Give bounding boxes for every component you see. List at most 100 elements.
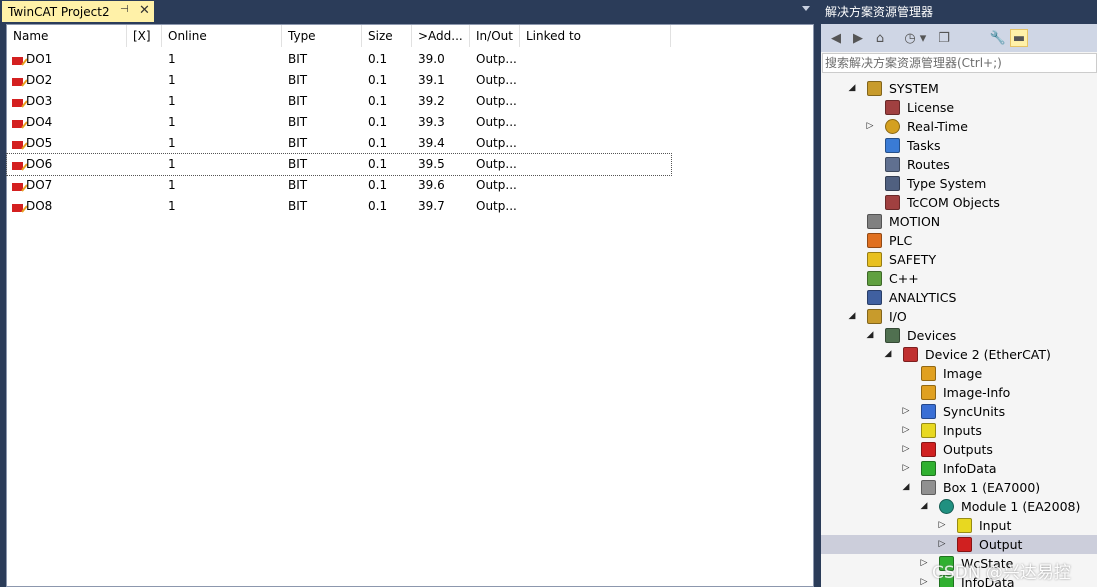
cell-linked [520,49,671,70]
collapse-arrow-icon[interactable]: ◢ [865,326,875,345]
expand-arrow-icon[interactable]: ▷ [901,421,911,440]
collapse-arrow-icon[interactable]: ◢ [847,79,857,98]
column-header-online[interactable]: Online [162,25,282,47]
collapse-arrow-icon[interactable]: ◢ [847,307,857,326]
expand-arrow-icon[interactable]: ▷ [865,117,875,136]
collapse-arrow-icon[interactable]: ◢ [883,345,893,364]
tree-item-image[interactable]: Image [821,364,1097,383]
expand-arrow-icon[interactable]: ▷ [919,554,929,573]
safety-icon [867,252,882,267]
tree-item-input[interactable]: ▷ Input [821,516,1097,535]
tree-item-label: Tasks [907,138,941,153]
column-header-inout[interactable]: In/Out [470,25,520,47]
table-row[interactable]: DO1 1 BIT 0.1 39.0 Outp... [7,49,671,70]
tree-item-output[interactable]: ▷ Output [821,535,1097,554]
pin-icon[interactable]: ⊣ [120,4,129,15]
cell-size: 0.1 [368,178,388,192]
column-header-type[interactable]: Type [282,25,362,47]
tree-item-outputs[interactable]: ▷ Outputs [821,440,1097,459]
cell-size: 0.1 [368,157,388,171]
table-row[interactable]: DO8 1 BIT 0.1 39.7 Outp... [7,196,671,217]
expand-arrow-icon[interactable]: ▷ [919,573,929,587]
expand-arrow-icon[interactable]: ▷ [937,516,947,535]
cell-name: DO2 [26,73,53,87]
table-row[interactable]: DO3 1 BIT 0.1 39.2 Outp... [7,91,671,112]
cell-addr: 39.2 [418,94,445,108]
expand-arrow-icon[interactable]: ▷ [901,440,911,459]
cell-addr: 39.5 [418,157,445,171]
tree-item-i-o[interactable]: ◢ I/O [821,307,1097,326]
pin-icon[interactable]: ▬ [1010,29,1028,47]
tree-item-tccom-objects[interactable]: TcCOM Objects [821,193,1097,212]
tree-item-device-2-ethercat[interactable]: ◢ Device 2 (EtherCAT) [821,345,1097,364]
tree-item-type-system[interactable]: Type System [821,174,1097,193]
cell-linked [520,154,671,175]
collapse-arrow-icon[interactable]: ◢ [919,497,929,516]
cell-addr: 39.0 [418,52,445,66]
tree-item-analytics[interactable]: ANALYTICS [821,288,1097,307]
column-header-x[interactable]: [X] [127,25,162,47]
search-input[interactable]: 搜索解决方案资源管理器(Ctrl+;) [822,53,1097,73]
cell-size: 0.1 [368,52,388,66]
tree-item-label: SAFETY [889,252,937,267]
tree-item-devices[interactable]: ◢ Devices [821,326,1097,345]
tree-item-routes[interactable]: Routes [821,155,1097,174]
variables-grid: Name [X] Online Type Size >Add... In/Out Linked… [6,24,814,587]
syncunits-icon [921,404,936,419]
wrench-icon[interactable]: 🔧 [989,29,1007,47]
cell-type: BIT [288,136,308,150]
expand-arrow-icon[interactable]: ▷ [937,535,947,554]
dropdown-icon[interactable]: ▾ [918,29,928,47]
expand-arrow-icon[interactable]: ▷ [901,459,911,478]
table-row[interactable]: DO5 1 BIT 0.1 39.4 Outp... [7,133,671,154]
output-icon [957,537,972,552]
cell-addr: 39.7 [418,199,445,213]
tree-item-inputs[interactable]: ▷ Inputs [821,421,1097,440]
tree-item-safety[interactable]: SAFETY [821,250,1097,269]
cell-x [127,175,162,196]
module-icon [939,499,954,514]
copy-windows-icon[interactable]: ❐ [935,29,953,47]
document-tab-title: TwinCAT Project2 [8,4,110,19]
cell-size: 0.1 [368,136,388,150]
table-row[interactable]: DO4 1 BIT 0.1 39.3 Outp... [7,112,671,133]
tree-item-c[interactable]: C++ [821,269,1097,288]
tree-item-real-time[interactable]: ▷ Real-Time [821,117,1097,136]
tree-item-label: SyncUnits [943,404,1006,419]
tree-item-plc[interactable]: PLC [821,231,1097,250]
table-row[interactable]: DO6 1 BIT 0.1 39.5 Outp... [6,153,672,176]
cell-x [127,133,162,154]
column-header-addr[interactable]: >Add... [412,25,470,47]
expand-arrow-icon[interactable]: ▷ [901,402,911,421]
cell-online: 1 [168,178,176,192]
tree-item-infodata[interactable]: ▷ InfoData [821,459,1097,478]
cell-name: DO3 [26,94,53,108]
home-icon[interactable]: ⌂ [871,29,889,47]
table-row[interactable]: DO7 1 BIT 0.1 39.6 Outp... [7,175,671,196]
back-icon[interactable]: ◀ [827,29,845,47]
column-header-size[interactable]: Size [362,25,412,47]
tree-item-syncunits[interactable]: ▷ SyncUnits [821,402,1097,421]
cell-name: DO8 [26,199,53,213]
infodata-icon [921,461,936,476]
tree-item-license[interactable]: License [821,98,1097,117]
tree-item-image-info[interactable]: Image-Info [821,383,1097,402]
tree-item-label: Devices [907,328,957,343]
forward-icon[interactable]: ▶ [849,29,867,47]
cell-addr: 39.1 [418,73,445,87]
column-header-name[interactable]: Name [7,25,127,47]
collapse-arrow-icon[interactable]: ◢ [901,478,911,497]
tree-item-module-1-ea2008[interactable]: ◢ Module 1 (EA2008) [821,497,1097,516]
close-icon[interactable]: ✕ [139,3,150,18]
cell-inout: Outp... [476,136,517,150]
document-tab[interactable]: TwinCAT Project2 ⊣ ✕ [2,1,154,22]
tree-item-label: MOTION [889,214,941,229]
tree-item-box-1-ea7000[interactable]: ◢ Box 1 (EA7000) [821,478,1097,497]
history-icon[interactable]: ◷ [901,29,919,47]
tree-item-system[interactable]: ◢ SYSTEM [821,79,1097,98]
tab-dropdown-icon[interactable] [802,6,810,11]
table-row[interactable]: DO2 1 BIT 0.1 39.1 Outp... [7,70,671,91]
column-header-linked[interactable]: Linked to [520,25,671,47]
tree-item-motion[interactable]: MOTION [821,212,1097,231]
tree-item-tasks[interactable]: Tasks [821,136,1097,155]
